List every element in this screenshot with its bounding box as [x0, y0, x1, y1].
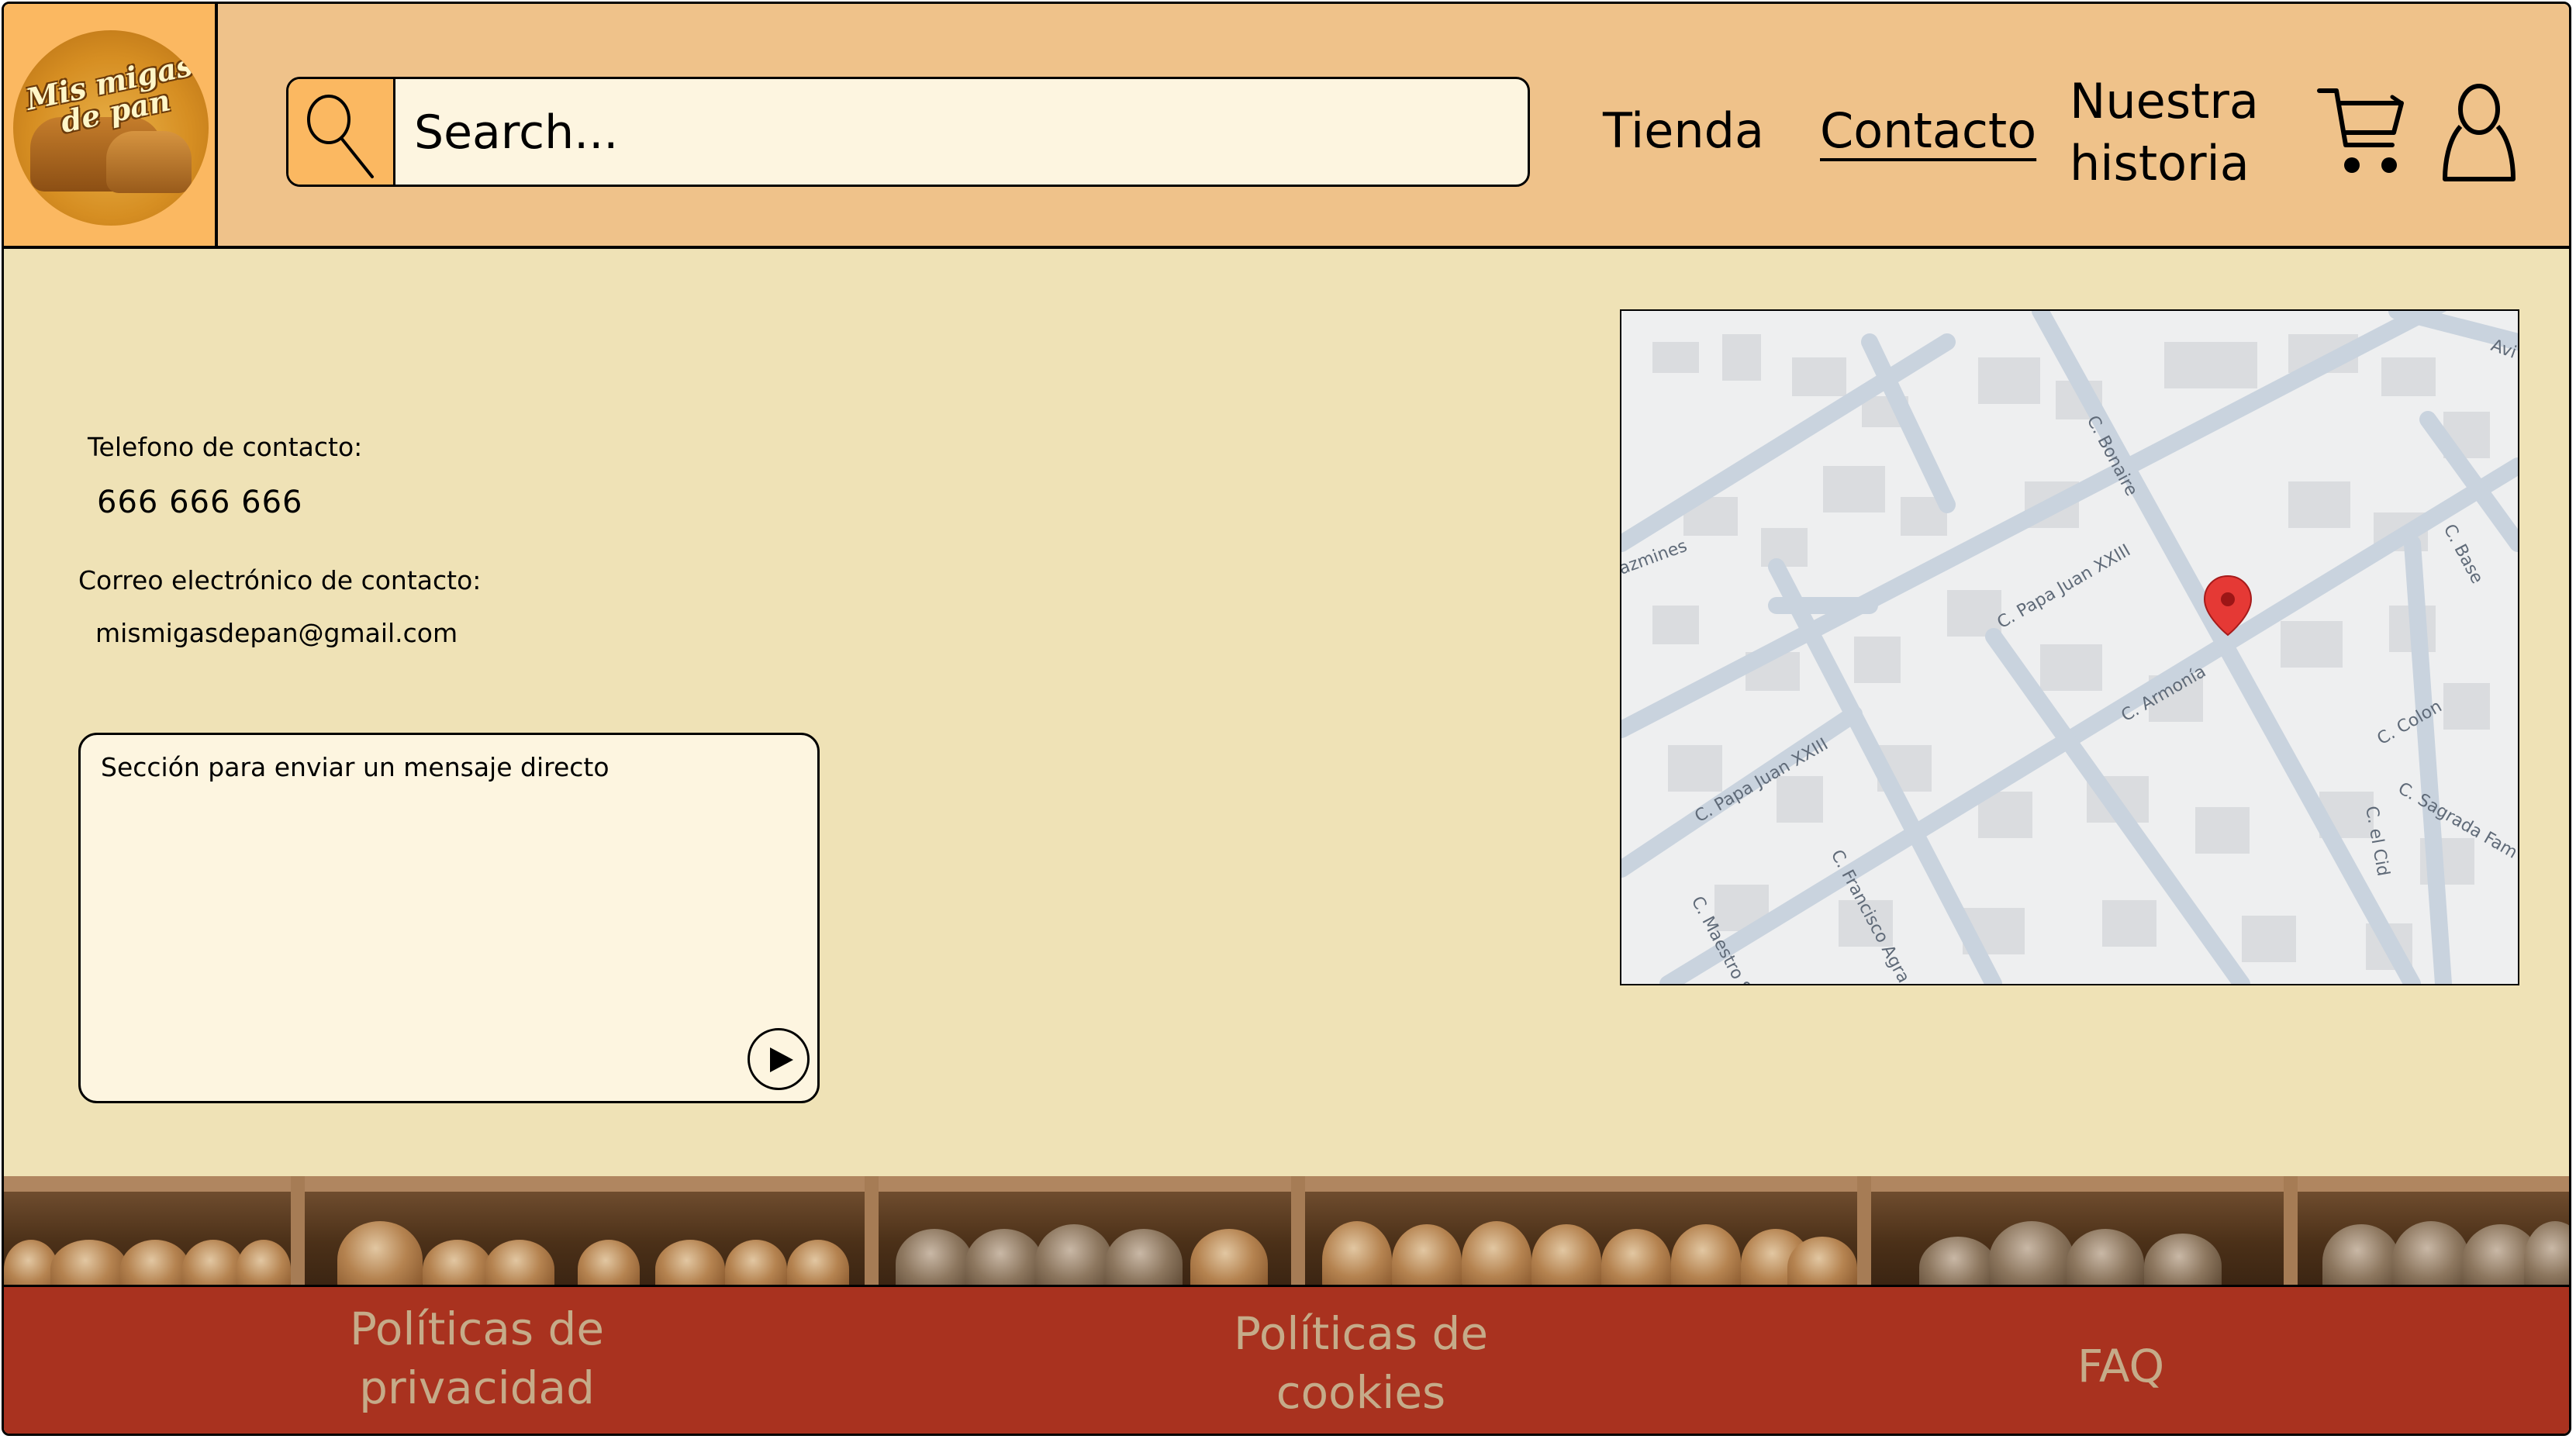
bread-loaf	[1035, 1224, 1113, 1288]
bread-loaf	[2322, 1224, 2400, 1288]
bread-loaf	[1531, 1224, 1601, 1288]
bread-loaf	[1392, 1224, 1462, 1288]
bread-loaf	[1601, 1229, 1671, 1288]
bread-loaf	[1787, 1237, 1857, 1288]
bread-loaf	[1989, 1221, 2074, 1288]
bread-loaf	[2392, 1221, 2470, 1288]
bread-loaf	[182, 1240, 244, 1288]
footer-privacy-line1: Políticas de	[349, 1303, 605, 1355]
bread-loaf	[1671, 1224, 1741, 1288]
bread-loaf	[423, 1240, 492, 1288]
user-icon[interactable]	[2440, 78, 2518, 187]
bread-shelf-banner	[4, 1176, 2569, 1288]
header: Mis migas de pan Tienda Contacto Nuestra…	[4, 4, 2569, 249]
footer-link-cookies[interactable]: Políticas de cookies	[1121, 1304, 1601, 1422]
bread-loaf	[896, 1229, 973, 1288]
bread-loaf	[725, 1240, 787, 1288]
bread-loaf	[965, 1229, 1043, 1288]
bread-loaf	[50, 1240, 128, 1288]
shelf-top	[4, 1176, 2569, 1192]
bread-loaf	[578, 1240, 640, 1288]
shelf-post	[865, 1176, 879, 1288]
search-button[interactable]	[288, 79, 395, 185]
bread-loaf	[237, 1240, 291, 1288]
email-label: Correo electrónico de contacto:	[78, 565, 482, 595]
search-icon	[307, 95, 374, 178]
bread-loaf	[2144, 1234, 2222, 1288]
bread-loaf	[1462, 1221, 1531, 1288]
logo-container[interactable]: Mis migas de pan	[4, 4, 218, 246]
bread-loaf	[2067, 1229, 2144, 1288]
footer: Políticas de privacidad Políticas de coo…	[4, 1285, 2569, 1434]
location-map[interactable]: C. Bonaire C. Papa Juan XXIII C. Papa Ju…	[1620, 309, 2519, 985]
bread-loaf	[337, 1221, 423, 1288]
bread-loaf	[655, 1240, 725, 1288]
bread-loaf	[1322, 1221, 1392, 1288]
logo-bread-graphic-small	[106, 131, 192, 193]
cart-icon[interactable]	[2315, 85, 2408, 185]
shelf-post	[291, 1176, 305, 1288]
footer-cookies-line1: Políticas de	[1233, 1307, 1489, 1360]
bread-loaf	[787, 1240, 849, 1288]
bread-loaf	[1919, 1237, 1997, 1288]
page-frame: Mis migas de pan Tienda Contacto Nuestra…	[2, 2, 2571, 1436]
search-input[interactable]	[413, 96, 1501, 169]
nav-link-historia-line1: Nuestra	[2070, 73, 2259, 129]
shelf-post	[1857, 1176, 1871, 1288]
email-value: mismigasdepan@gmail.com	[95, 618, 458, 648]
bread-loaf	[1190, 1229, 1268, 1288]
bread-loaf	[485, 1240, 554, 1288]
logo[interactable]: Mis migas de pan	[13, 30, 209, 226]
map-graphic: C. Bonaire C. Papa Juan XXIII C. Papa Ju…	[1621, 311, 2518, 984]
play-send-icon	[770, 1047, 793, 1072]
message-box	[78, 733, 820, 1103]
bread-loaf	[120, 1240, 190, 1288]
search-bar	[286, 77, 1530, 187]
phone-label: Telefono de contacto:	[88, 432, 363, 462]
send-button[interactable]	[748, 1028, 810, 1090]
footer-link-faq[interactable]: FAQ	[2020, 1337, 2222, 1396]
footer-link-privacy[interactable]: Políticas de privacidad	[237, 1299, 717, 1417]
nav-link-nuestra-historia[interactable]: Nuestra historia	[2070, 71, 2259, 195]
footer-privacy-line2: privacidad	[359, 1361, 595, 1414]
bread-loaf	[1105, 1229, 1183, 1288]
bread-loaf	[2524, 1221, 2569, 1288]
shelf-post	[1291, 1176, 1305, 1288]
phone-value: 666 666 666	[97, 485, 303, 520]
message-textarea[interactable]	[99, 751, 800, 1033]
nav-link-historia-line2: historia	[2070, 135, 2250, 192]
footer-cookies-line2: cookies	[1276, 1366, 1446, 1419]
nav-link-contacto[interactable]: Contacto	[1820, 100, 2036, 162]
shelf-post	[2284, 1176, 2298, 1288]
nav-link-tienda[interactable]: Tienda	[1603, 100, 1764, 162]
